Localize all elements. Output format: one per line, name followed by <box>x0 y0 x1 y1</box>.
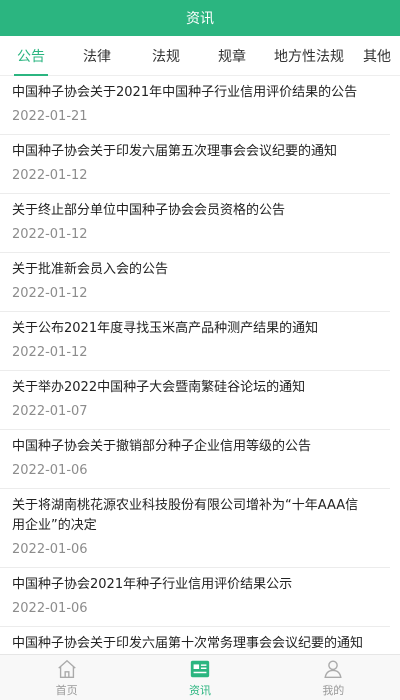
tabbar-home-label: 首页 <box>55 683 78 697</box>
list-item[interactable]: 中国种子协会关于撤销部分种子企业信用等级的公告 2022-01-06 <box>0 430 390 489</box>
item-date: 2022-01-12 <box>12 227 88 242</box>
item-title: 关于批准新会员入会的公告 <box>12 262 169 277</box>
item-date: 2022-01-12 <box>12 286 88 301</box>
item-title: 关于公布2021年度寻找玉米高产品种测产结果的通知 <box>12 321 319 336</box>
item-title: 中国种子协会2021年种子行业信用评价结果公示 <box>12 577 293 592</box>
item-date: 2022-01-06 <box>12 463 88 478</box>
list-item[interactable]: 中国种子协会关于2021年中国种子行业信用评价结果的公告 2022-01-21 <box>0 76 390 135</box>
list-item[interactable]: 关于终止部分单位中国种子协会会员资格的公告 2022-01-12 <box>0 194 390 253</box>
tab-local-regulations[interactable]: 地方性法规 <box>264 36 354 76</box>
app-root: 资讯 公告 法律 法规 规章 地方性法规 其他 中国种子协会关于2021年中国种… <box>0 0 400 700</box>
item-title: 中国种子协会关于印发六届第五次理事会会议纪要的通知 <box>12 144 338 159</box>
item-title: 关于将湖南桃花源农业科技股份有限公司增补为“十年AAA信用企业”的决定 <box>12 498 359 533</box>
item-date: 2022-01-12 <box>12 345 88 360</box>
list-item[interactable]: 关于将湖南桃花源农业科技股份有限公司增补为“十年AAA信用企业”的决定 2022… <box>0 489 390 568</box>
item-title: 关于举办2022中国种子大会暨南繁硅谷论坛的通知 <box>12 380 306 395</box>
bottom-tab-bar: 首页 资讯 我的 <box>0 654 400 700</box>
news-list: 中国种子协会关于2021年中国种子行业信用评价结果的公告 2022-01-21 … <box>0 76 400 654</box>
tabbar-profile-label: 我的 <box>322 683 345 697</box>
tab-announcements[interactable]: 公告 <box>0 36 62 76</box>
item-date: 2022-01-06 <box>12 542 88 557</box>
user-icon <box>324 660 342 678</box>
tab-rules[interactable]: 规章 <box>200 36 264 76</box>
list-item[interactable]: 关于举办2022中国种子大会暨南繁硅谷论坛的通知 2022-01-07 <box>0 371 390 430</box>
list-item[interactable]: 关于公布2021年度寻找玉米高产品种测产结果的通知 2022-01-12 <box>0 312 390 371</box>
tabbar-news[interactable]: 资讯 <box>133 655 266 700</box>
tab-other[interactable]: 其他 <box>354 36 400 76</box>
item-date: 2022-01-12 <box>12 168 88 183</box>
category-tabs: 公告 法律 法规 规章 地方性法规 其他 <box>0 36 400 76</box>
list-item[interactable]: 关于批准新会员入会的公告 2022-01-12 <box>0 253 390 312</box>
header-bar: 资讯 <box>0 0 400 36</box>
item-title: 中国种子协会关于撤销部分种子企业信用等级的公告 <box>12 439 312 454</box>
home-icon <box>57 659 76 678</box>
item-date: 2022-01-07 <box>12 404 88 419</box>
item-title: 关于终止部分单位中国种子协会会员资格的公告 <box>12 203 286 218</box>
tabbar-news-label: 资讯 <box>188 683 211 697</box>
item-title: 中国种子协会关于印发六届第十次常务理事会会议纪要的通知 <box>12 636 364 651</box>
news-icon <box>190 660 210 677</box>
tab-laws[interactable]: 法律 <box>62 36 132 76</box>
item-date: 2022-01-21 <box>12 109 88 124</box>
list-item[interactable]: 中国种子协会2021年种子行业信用评价结果公示 2022-01-06 <box>0 568 390 627</box>
item-date: 2022-01-06 <box>12 601 88 616</box>
tab-regulations[interactable]: 法规 <box>132 36 200 76</box>
tabbar-profile[interactable]: 我的 <box>267 655 400 700</box>
list-item[interactable]: 中国种子协会关于印发六届第十次常务理事会会议纪要的通知 2021-12-31 <box>0 627 390 654</box>
tabbar-home[interactable]: 首页 <box>0 655 133 700</box>
page-title: 资讯 <box>186 11 214 27</box>
item-title: 中国种子协会关于2021年中国种子行业信用评价结果的公告 <box>12 85 358 100</box>
list-item[interactable]: 中国种子协会关于印发六届第五次理事会会议纪要的通知 2022-01-12 <box>0 135 390 194</box>
